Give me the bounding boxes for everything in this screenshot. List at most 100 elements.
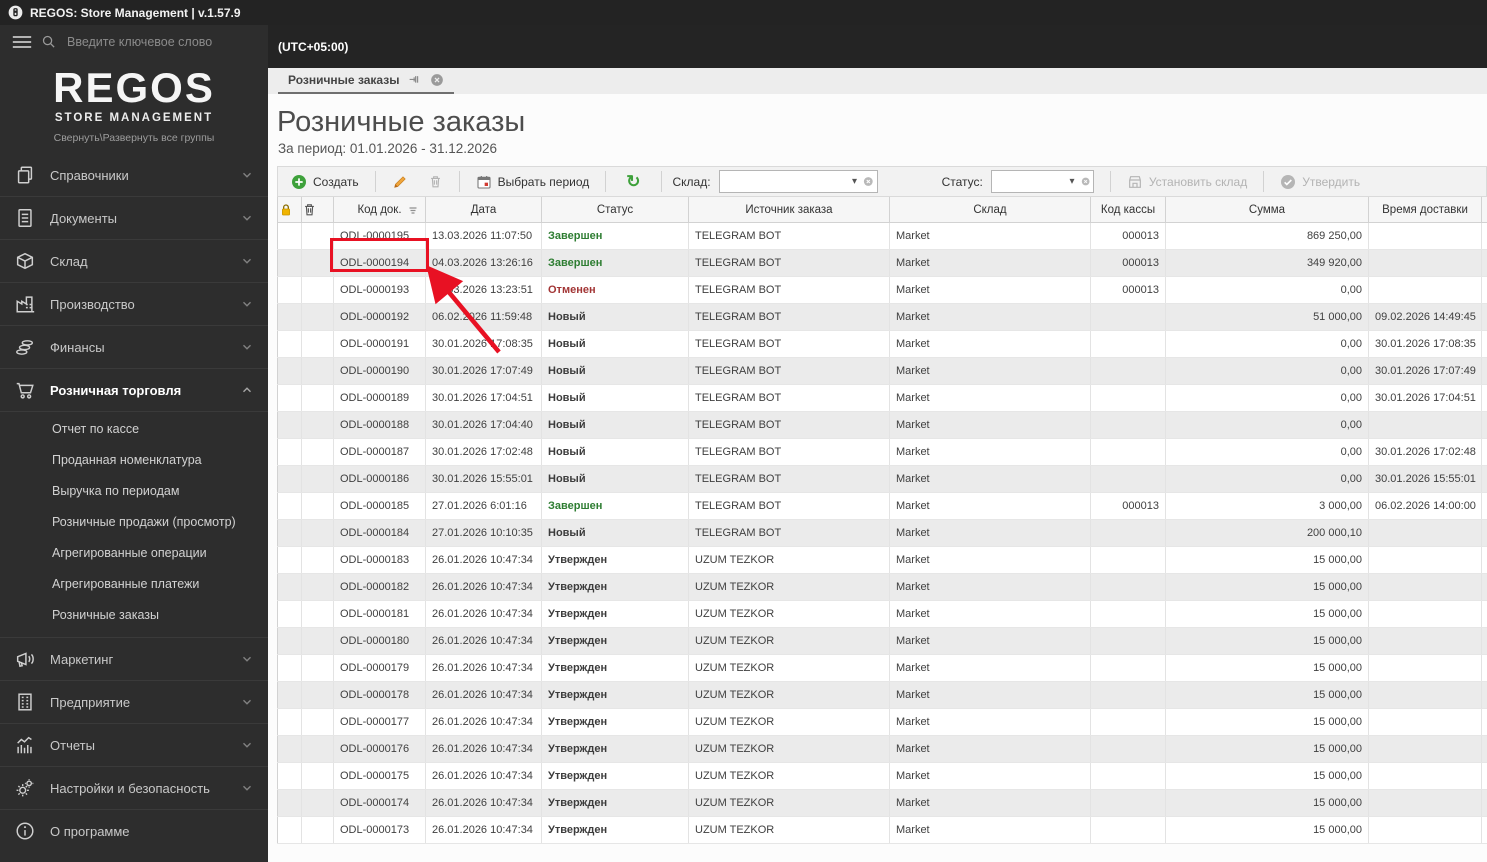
- create-button[interactable]: Создать: [282, 168, 368, 195]
- chev-down-icon: [240, 652, 254, 666]
- row-delete-cell: [301, 438, 334, 466]
- warehouse-filter-combo[interactable]: ▾: [718, 170, 878, 193]
- column-header[interactable]: Сумма: [1165, 197, 1369, 223]
- sidebar-subitem[interactable]: Проданная номенклатура: [0, 445, 268, 476]
- cell-sum: 869 250,00: [1165, 222, 1369, 250]
- pin-icon[interactable]: [408, 74, 421, 87]
- chev-down-icon: [240, 168, 254, 182]
- table-row[interactable]: ODL-0000191 30.01.2026 17:08:35 Новый TELEG…: [277, 330, 1487, 358]
- row-delete-cell: [301, 411, 334, 439]
- cell-source: TELEGRAM BOT: [688, 303, 890, 331]
- chevron-down-icon[interactable]: ▾: [1068, 176, 1077, 187]
- sidebar-item-chart[interactable]: Отчеты: [0, 723, 268, 766]
- sidebar-item-info[interactable]: О программе: [0, 809, 268, 852]
- clear-filter-icon[interactable]: [1081, 175, 1090, 188]
- table-row[interactable]: ODL-0000173 26.01.2026 10:47:34 Утвержден U…: [277, 816, 1487, 844]
- table-row[interactable]: ODL-0000192 06.02.2026 11:59:48 Новый TELEG…: [277, 303, 1487, 331]
- sidebar-subitem[interactable]: Агрегированные операции: [0, 538, 268, 569]
- cell-code: ODL-0000187: [333, 438, 426, 466]
- sidebar-item-coins[interactable]: Финансы: [0, 325, 268, 368]
- cell-date: 26.01.2026 10:47:34: [425, 789, 542, 817]
- column-header[interactable]: Статус: [541, 197, 689, 223]
- row-lock-cell: [277, 249, 302, 277]
- chevron-down-icon[interactable]: ▾: [850, 176, 859, 187]
- table-row[interactable]: ODL-0000190 30.01.2026 17:07:49 Новый TELEG…: [277, 357, 1487, 385]
- table-row[interactable]: ODL-0000177 26.01.2026 10:47:34 Утвержден U…: [277, 708, 1487, 736]
- cell-warehouse: Market: [889, 249, 1091, 277]
- table-row[interactable]: ODL-0000175 26.01.2026 10:47:34 Утвержден U…: [277, 762, 1487, 790]
- table-row[interactable]: ODL-0000189 30.01.2026 17:04:51 Новый TELEG…: [277, 384, 1487, 412]
- status-filter-combo[interactable]: ▾: [990, 170, 1094, 193]
- column-header[interactable]: Склад: [889, 197, 1091, 223]
- choose-period-button[interactable]: Выбрать период: [467, 168, 599, 195]
- search-input[interactable]: [65, 33, 239, 50]
- sidebar-subitem[interactable]: Агрегированные платежи: [0, 569, 268, 600]
- cell-date: 26.01.2026 10:47:34: [425, 600, 542, 628]
- sidebar-item-gears[interactable]: Настройки и безопасность: [0, 766, 268, 809]
- hamburger-menu-icon[interactable]: [12, 35, 32, 49]
- tab-retail-orders[interactable]: Розничные заказы: [278, 68, 455, 94]
- sidebar-item-box[interactable]: Склад: [0, 239, 268, 282]
- cell-code: ODL-0000185: [333, 492, 426, 520]
- table-row[interactable]: ODL-0000182 26.01.2026 10:47:34 Утвержден U…: [277, 573, 1487, 601]
- cell-code: ODL-0000179: [333, 654, 426, 682]
- sidebar-item-building[interactable]: Предприятие: [0, 680, 268, 723]
- column-header[interactable]: Время доставки: [1368, 197, 1482, 223]
- cell-spacer: [1481, 654, 1487, 682]
- table-row[interactable]: ODL-0000195 13.03.2026 11:07:50 Завершен TE…: [277, 222, 1487, 250]
- clear-filter-icon[interactable]: [863, 175, 874, 188]
- table-row[interactable]: ODL-0000178 26.01.2026 10:47:34 Утвержден U…: [277, 681, 1487, 709]
- cell-warehouse: Market: [889, 681, 1091, 709]
- table-row[interactable]: ODL-0000181 26.01.2026 10:47:34 Утвержден U…: [277, 600, 1487, 628]
- close-tab-icon[interactable]: [430, 73, 444, 87]
- sort-icon[interactable]: [407, 204, 419, 216]
- column-header[interactable]: Код док.: [333, 197, 426, 223]
- table-row[interactable]: ODL-0000183 26.01.2026 10:47:34 Утвержден U…: [277, 546, 1487, 574]
- sidebar-subitem[interactable]: Отчет по кассе: [0, 414, 268, 445]
- collapse-expand-groups-link[interactable]: Свернуть\Развернуть все группы: [0, 132, 268, 144]
- column-delete[interactable]: [301, 197, 334, 223]
- table-row[interactable]: ODL-0000184 27.01.2026 10:10:35 Новый TELEG…: [277, 519, 1487, 547]
- table-row[interactable]: ODL-0000174 26.01.2026 10:47:34 Утвержден U…: [277, 789, 1487, 817]
- cell-date: 30.01.2026 17:08:35: [425, 330, 542, 358]
- cell-delivery: [1368, 249, 1482, 277]
- table-row[interactable]: ODL-0000194 04.03.2026 13:26:16 Завершен TE…: [277, 249, 1487, 277]
- approve-button[interactable]: Утвердить: [1271, 168, 1369, 195]
- column-header[interactable]: Источник заказа: [688, 197, 890, 223]
- warehouse-filter-input[interactable]: [725, 174, 846, 189]
- row-lock-cell: [277, 816, 302, 844]
- table-row[interactable]: ODL-0000188 30.01.2026 17:04:40 Новый TELEG…: [277, 411, 1487, 439]
- sidebar-item-cart[interactable]: Розничная торговля: [0, 368, 268, 411]
- titlebar: REGOS: Store Management | v.1.57.9: [0, 0, 1487, 25]
- table-row[interactable]: ODL-0000193 04.03.2026 13:23:51 Отменен TEL…: [277, 276, 1487, 304]
- sidebar-subitem[interactable]: Выручка по периодам: [0, 476, 268, 507]
- status-filter-input[interactable]: [997, 174, 1064, 189]
- sidebar-item-megaphone[interactable]: Маркетинг: [0, 637, 268, 680]
- table-row[interactable]: ODL-0000187 30.01.2026 17:02:48 Новый TELEG…: [277, 438, 1487, 466]
- table-row[interactable]: ODL-0000185 27.01.2026 6:01:16 Завершен TEL…: [277, 492, 1487, 520]
- delete-button[interactable]: [419, 168, 452, 195]
- set-warehouse-button[interactable]: Установить склад: [1118, 168, 1256, 195]
- cell-status: Утвержден: [541, 816, 689, 844]
- table-row[interactable]: ODL-0000186 30.01.2026 15:55:01 Новый TELEG…: [277, 465, 1487, 493]
- table-row[interactable]: ODL-0000180 26.01.2026 10:47:34 Утвержден U…: [277, 627, 1487, 655]
- sidebar-subitem[interactable]: Розничные заказы: [0, 600, 268, 631]
- sidebar-item-document[interactable]: Документы: [0, 196, 268, 239]
- table-row[interactable]: ODL-0000179 26.01.2026 10:47:34 Утвержден U…: [277, 654, 1487, 682]
- sidebar-item-factory[interactable]: Производство: [0, 282, 268, 325]
- column-lock[interactable]: [277, 197, 302, 223]
- cell-spacer: [1481, 438, 1487, 466]
- refresh-button[interactable]: ↻: [613, 168, 653, 195]
- column-header[interactable]: Код кассы: [1090, 197, 1166, 223]
- calendar-icon: [477, 175, 491, 189]
- cell-code: ODL-0000177: [333, 708, 426, 736]
- sidebar-subitem[interactable]: Розничные продажи (просмотр): [0, 507, 268, 538]
- sidebar-item-copy-docs[interactable]: Справочники: [0, 154, 268, 196]
- row-delete-cell: [301, 276, 334, 304]
- edit-button[interactable]: [383, 168, 417, 195]
- cell-delivery: 06.02.2026 14:00:00: [1368, 492, 1482, 520]
- table-row[interactable]: ODL-0000176 26.01.2026 10:47:34 Утвержден U…: [277, 735, 1487, 763]
- column-header[interactable]: Дата: [425, 197, 542, 223]
- cell-cash: 000013: [1090, 492, 1166, 520]
- cell-date: 30.01.2026 17:07:49: [425, 357, 542, 385]
